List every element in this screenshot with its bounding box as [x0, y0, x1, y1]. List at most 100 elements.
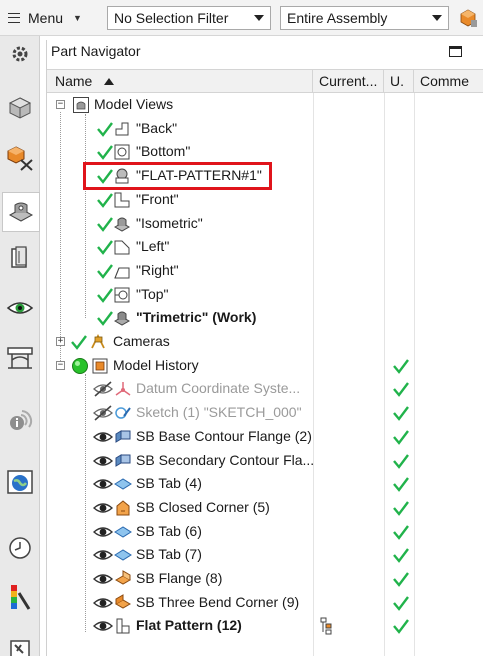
part-navigator-icon[interactable] [2, 192, 40, 232]
up-to-date-check-icon [393, 453, 409, 469]
column-name-label: Name [55, 73, 93, 89]
closed-corner-icon [116, 500, 130, 516]
constraint-navigator-icon[interactable] [4, 142, 36, 174]
tree-node-label: "Left" [136, 238, 170, 255]
check-icon [97, 216, 113, 232]
web-browser-icon[interactable] [4, 466, 36, 498]
tree-node-label: SB Three Bend Corner (9) [136, 593, 300, 610]
tree-node-view[interactable]: "Top" [47, 283, 483, 307]
tree-node-label: "Top" [136, 285, 169, 302]
status-ball-icon [72, 357, 88, 374]
hidden-eye-icon [93, 405, 113, 421]
secondary-contour-flange-icon [115, 453, 131, 467]
maximize-icon[interactable] [449, 46, 462, 57]
assembly-navigator-icon[interactable] [4, 92, 36, 124]
tree-node-label: Cameras [113, 333, 170, 349]
settings-icon[interactable] [4, 38, 36, 70]
left-view-icon [114, 240, 130, 255]
tree-node-label: Flat Pattern (12) [136, 617, 242, 634]
tree-node-feature[interactable]: SB Base Contour Flange (2) [47, 425, 483, 449]
signal-info-icon[interactable] [4, 404, 36, 436]
check-icon [97, 240, 113, 256]
back-view-icon [115, 122, 129, 136]
tree-node-label: SB Secondary Contour Fla... [136, 451, 315, 468]
tree-node-feature[interactable]: SB Tab (7) [47, 543, 483, 567]
tree-node-feature[interactable]: SB Three Bend Corner (9) [47, 591, 483, 615]
tree-node-feature[interactable]: SB Tab (6) [47, 520, 483, 544]
tab-icon [114, 549, 132, 561]
visibility-eye-icon [93, 574, 113, 584]
reuse-library-icon[interactable] [4, 242, 36, 274]
hidden-eye-icon [93, 381, 113, 397]
scope-value: Entire Assembly [287, 10, 388, 26]
tree-node-view[interactable]: "Isometric" [47, 212, 483, 236]
check-icon [97, 311, 113, 327]
column-header-comment[interactable]: Comme [414, 70, 483, 92]
roles-icon[interactable] [4, 342, 36, 374]
tree-node-feature[interactable]: SB Tab (4) [47, 472, 483, 496]
tree-node-label: Model Views [94, 96, 174, 112]
palette-icon[interactable] [4, 582, 36, 614]
tree-node-view[interactable]: "Trimetric" (Work) [47, 306, 483, 330]
column-header-current[interactable]: Current... [313, 70, 384, 92]
check-icon [71, 335, 87, 350]
bottom-view-icon [114, 144, 130, 160]
tree-node-label: SB Closed Corner (5) [136, 498, 270, 515]
tree-node-feature[interactable]: Sketch (1) "SKETCH_000" [47, 401, 483, 425]
datum-csys-icon [115, 382, 131, 397]
chevron-down-icon [254, 15, 264, 21]
selection-filter-dropdown[interactable]: No Selection Filter [107, 6, 271, 30]
column-header-name[interactable]: Name [47, 70, 313, 92]
tree-node-feature[interactable]: Datum Coordinate Syste... [47, 377, 483, 401]
tree-node-label: "Isometric" [136, 214, 203, 231]
expand-icon[interactable]: + [56, 337, 65, 346]
up-to-date-check-icon [393, 430, 409, 445]
check-icon [97, 193, 113, 208]
menu-label: Menu [28, 10, 64, 26]
sketch-icon [115, 407, 131, 419]
tab-icon [114, 478, 132, 490]
tree-node-view[interactable]: "Front" [47, 188, 483, 212]
top-view-icon [114, 287, 130, 303]
tree-node-feature[interactable]: SB Closed Corner (5) [47, 496, 483, 520]
menu-button[interactable]: Menu ▼ [8, 7, 82, 29]
part-navigator-panel: Part Navigator Name Current... U. Comme … [46, 40, 483, 656]
cube-filter-icon[interactable] [458, 8, 478, 28]
tree-node-feature[interactable]: SB Secondary Contour Fla... [47, 449, 483, 473]
flat-pattern-icon [116, 618, 130, 634]
base-contour-flange-icon [115, 429, 131, 443]
scope-dropdown[interactable]: Entire Assembly [280, 6, 449, 30]
column-header-up-to-date[interactable]: U. [384, 70, 414, 92]
selection-filter-value: No Selection Filter [114, 10, 229, 26]
tree-node-label: Sketch (1) "SKETCH_000" [136, 404, 302, 421]
tree-node-label: SB Tab (7) [136, 546, 202, 563]
history-clock-icon[interactable] [4, 532, 36, 564]
tree-node-cameras[interactable]: + Cameras [47, 330, 483, 354]
panel-title: Part Navigator [51, 43, 141, 59]
front-view-icon [114, 192, 130, 208]
collapse-icon[interactable]: − [56, 100, 65, 109]
tree-node-label: Model History [113, 356, 199, 373]
visibility-eye-icon [93, 479, 113, 489]
up-to-date-check-icon [393, 548, 409, 564]
collapse-icon[interactable]: − [56, 360, 65, 370]
visibility-eye-icon [93, 503, 113, 513]
tree-node-model-history[interactable]: − Model History [47, 354, 483, 378]
visualization-eye-icon[interactable] [4, 292, 36, 324]
up-to-date-check-icon [393, 406, 409, 422]
tree-node-view[interactable]: "Bottom" [47, 140, 483, 164]
tree-node-view[interactable]: "Right" [47, 259, 483, 283]
tree-node-view[interactable]: "Back" [47, 117, 483, 141]
tree-node-label: "Right" [136, 261, 179, 278]
up-to-date-check-icon [393, 501, 409, 516]
tree-node-feature[interactable]: Flat Pattern (12) [47, 614, 483, 638]
flange-icon [114, 570, 132, 585]
tools-icon[interactable] [4, 632, 36, 656]
check-icon [97, 121, 113, 137]
tree-node-view[interactable]: "Left" [47, 235, 483, 259]
tree-node-feature[interactable]: SB Flange (8) [47, 567, 483, 591]
tree-node-model-views[interactable]: − Model Views [47, 93, 483, 117]
up-to-date-check-icon [393, 572, 409, 587]
tab-icon [114, 526, 132, 538]
visibility-eye-icon [93, 597, 113, 608]
